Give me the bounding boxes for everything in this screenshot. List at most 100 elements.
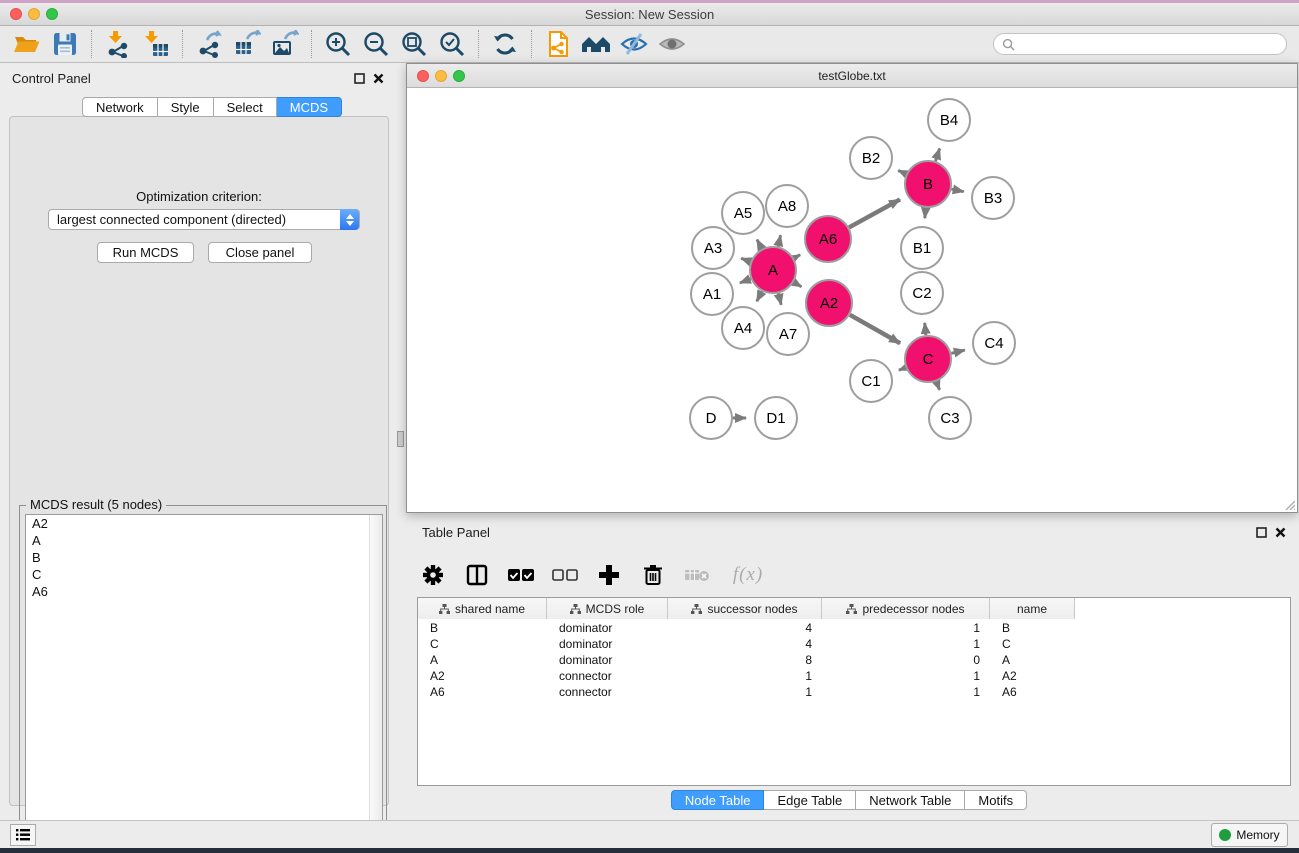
graph-edge-A-A6[interactable] xyxy=(794,255,800,259)
splitter-collapse-handle[interactable] xyxy=(397,431,404,447)
table-row[interactable]: Cdominator41C xyxy=(418,636,1290,652)
cell-predecessor_nodes[interactable]: 1 xyxy=(822,620,990,636)
graph-node-C[interactable]: C xyxy=(905,336,951,382)
cell-mcds_role[interactable]: dominator xyxy=(547,620,668,636)
cell-mcds_role[interactable]: connector xyxy=(547,668,668,684)
graph-edge-A-A5[interactable] xyxy=(757,240,762,249)
zoom-fit-button[interactable] xyxy=(395,28,433,60)
delete-column-button[interactable] xyxy=(638,560,668,590)
cell-name[interactable]: A2 xyxy=(990,668,1075,684)
tab-edge-table[interactable]: Edge Table xyxy=(764,790,856,810)
graph-edge-A2-C[interactable] xyxy=(850,315,900,343)
column-header-MCDS-role[interactable]: MCDS role xyxy=(547,598,668,619)
graph-node-C4[interactable]: C4 xyxy=(973,322,1015,364)
tab-motifs[interactable]: Motifs xyxy=(965,790,1027,810)
graph-node-A4[interactable]: A4 xyxy=(722,307,764,349)
network-graph[interactable]: AA1A2A3A4A5A6A7A8BB1B2B3B4CC1C2C3C4DD1 xyxy=(408,89,1297,512)
cell-shared_name[interactable]: A xyxy=(418,652,547,668)
graph-node-D[interactable]: D xyxy=(690,397,732,439)
export-network-button[interactable] xyxy=(190,28,228,60)
mcds-result-item[interactable]: A2 xyxy=(26,515,382,532)
graph-node-B1[interactable]: B1 xyxy=(901,227,943,269)
graph-node-A[interactable]: A xyxy=(750,247,796,293)
optimization-criterion-select[interactable]: largest connected component (directed) xyxy=(48,209,360,230)
export-image-button[interactable] xyxy=(266,28,304,60)
deselect-all-columns-button[interactable] xyxy=(550,560,580,590)
graph-node-D1[interactable]: D1 xyxy=(755,397,797,439)
cell-mcds_role[interactable]: dominator xyxy=(547,636,668,652)
graph-node-A7[interactable]: A7 xyxy=(767,313,809,355)
export-table-button[interactable] xyxy=(228,28,266,60)
search-input[interactable] xyxy=(1019,37,1269,51)
cell-predecessor_nodes[interactable]: 1 xyxy=(822,668,990,684)
save-session-button[interactable] xyxy=(46,28,84,60)
float-panel-icon[interactable] xyxy=(1256,527,1267,538)
column-header-shared-name[interactable]: shared name xyxy=(418,598,547,619)
close-panel-icon[interactable] xyxy=(373,73,384,84)
graph-node-A5[interactable]: A5 xyxy=(722,192,764,234)
tab-network-table[interactable]: Network Table xyxy=(856,790,965,810)
cell-successor_nodes[interactable]: 4 xyxy=(668,636,822,652)
table-settings-button[interactable] xyxy=(418,560,448,590)
function-builder-button[interactable]: f(x) xyxy=(726,560,770,590)
cell-successor_nodes[interactable]: 1 xyxy=(668,668,822,684)
mcds-result-item[interactable]: B xyxy=(26,549,382,566)
table-row[interactable]: Bdominator41B xyxy=(418,620,1290,636)
tab-node-table[interactable]: Node Table xyxy=(671,790,765,810)
cell-shared_name[interactable]: A2 xyxy=(418,668,547,684)
mcds-result-item[interactable]: C xyxy=(26,566,382,583)
home-button[interactable] xyxy=(577,28,615,60)
cell-shared_name[interactable]: B xyxy=(418,620,547,636)
graph-node-A8[interactable]: A8 xyxy=(766,185,808,227)
select-all-columns-button[interactable] xyxy=(506,560,536,590)
graph-node-B[interactable]: B xyxy=(905,161,951,207)
import-table-button[interactable] xyxy=(137,28,175,60)
graph-node-C1[interactable]: C1 xyxy=(850,360,892,402)
add-column-button[interactable] xyxy=(594,560,624,590)
mcds-result-item[interactable]: A xyxy=(26,532,382,549)
zoom-in-button[interactable] xyxy=(319,28,357,60)
graph-node-A6[interactable]: A6 xyxy=(805,216,851,262)
cell-name[interactable]: B xyxy=(990,620,1075,636)
network-canvas[interactable]: AA1A2A3A4A5A6A7A8BB1B2B3B4CC1C2C3C4DD1 xyxy=(408,89,1297,512)
graph-edge-C-C3[interactable] xyxy=(936,381,939,389)
graph-edge-B-B1[interactable] xyxy=(925,208,926,218)
cell-predecessor_nodes[interactable]: 0 xyxy=(822,652,990,668)
show-graphics-details-button[interactable] xyxy=(653,28,691,60)
graph-edge-C-C4[interactable] xyxy=(951,350,965,353)
run-mcds-button[interactable]: Run MCDS xyxy=(97,242,194,263)
graph-edge-A-A2[interactable] xyxy=(794,282,802,287)
cell-name[interactable]: A xyxy=(990,652,1075,668)
mcds-result-list[interactable]: A2ABCA6 xyxy=(25,514,383,842)
cell-successor_nodes[interactable]: 8 xyxy=(668,652,822,668)
network-window-titlebar[interactable]: testGlobe.txt xyxy=(407,64,1297,88)
toggle-panes-button[interactable] xyxy=(462,560,492,590)
resize-grip-icon[interactable] xyxy=(1283,498,1295,510)
graph-node-B4[interactable]: B4 xyxy=(928,99,970,141)
new-network-from-selection-button[interactable] xyxy=(539,28,577,60)
graph-node-C2[interactable]: C2 xyxy=(901,272,943,314)
graph-node-B3[interactable]: B3 xyxy=(972,177,1014,219)
global-search-field[interactable] xyxy=(993,33,1287,55)
graph-node-B2[interactable]: B2 xyxy=(850,137,892,179)
task-history-button[interactable] xyxy=(10,824,36,846)
graph-node-A1[interactable]: A1 xyxy=(691,273,733,315)
tab-style[interactable]: Style xyxy=(158,97,214,117)
zoom-out-button[interactable] xyxy=(357,28,395,60)
cell-name[interactable]: A6 xyxy=(990,684,1075,700)
mcds-result-item[interactable]: A6 xyxy=(26,583,382,600)
tab-mcds[interactable]: MCDS xyxy=(277,97,342,117)
cell-successor_nodes[interactable]: 4 xyxy=(668,620,822,636)
column-header-name[interactable]: name xyxy=(990,598,1075,619)
graph-edge-A-A7[interactable] xyxy=(778,293,781,304)
graph-node-A2[interactable]: A2 xyxy=(806,280,852,326)
graph-edge-B-B2[interactable] xyxy=(898,170,906,174)
close-panel-button[interactable]: Close panel xyxy=(208,242,312,263)
open-session-button[interactable] xyxy=(8,28,46,60)
graph-edge-B-B4[interactable] xyxy=(935,149,939,162)
graph-edge-A6-B[interactable] xyxy=(849,199,900,227)
scrollbar-track[interactable] xyxy=(369,515,382,841)
cell-mcds_role[interactable]: connector xyxy=(547,684,668,700)
table-row[interactable]: Adominator80A xyxy=(418,652,1290,668)
graph-edge-C-C2[interactable] xyxy=(925,323,926,335)
